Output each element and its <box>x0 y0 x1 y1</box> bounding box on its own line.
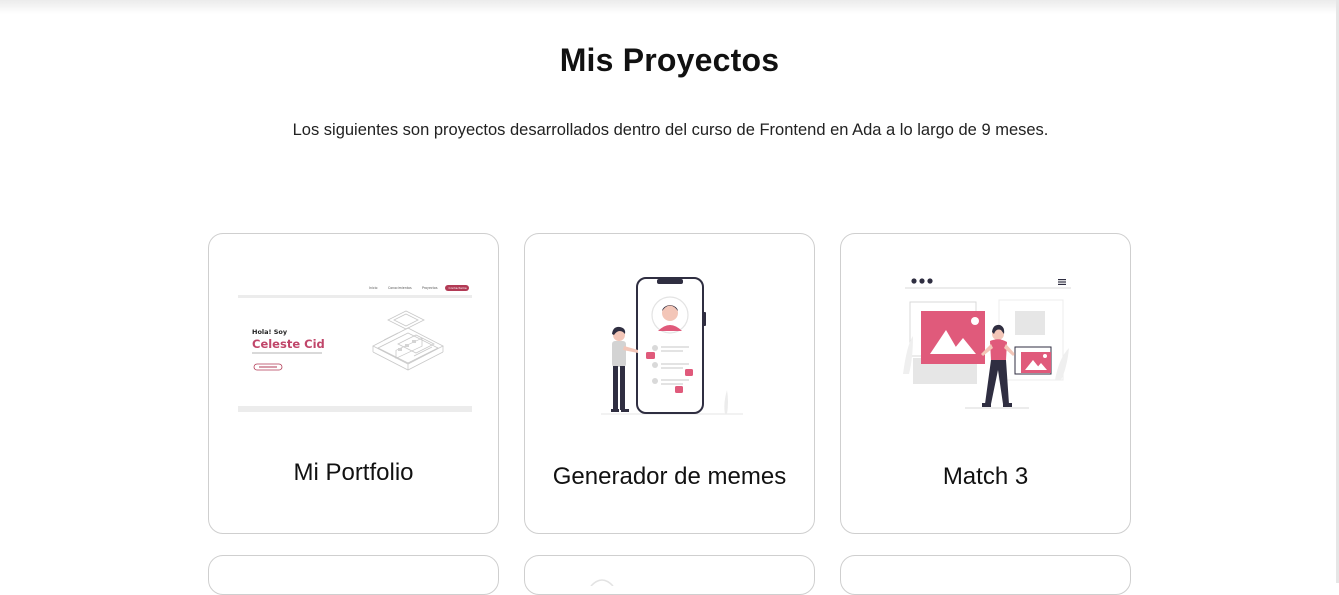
phone-chat-illustration <box>601 277 743 415</box>
header-shadow <box>0 0 1339 14</box>
page-title: Mis Proyectos <box>559 42 780 78</box>
project-title: Generador de memes <box>552 463 787 490</box>
thumb-nav-item: Proyectos <box>422 286 438 290</box>
project-card-row2-1[interactable] <box>208 555 499 595</box>
project-title: Mi Portfolio <box>293 459 414 486</box>
thumb-nav-item: Conocimientos <box>388 286 412 290</box>
project-card-row2-3[interactable] <box>840 555 1131 595</box>
card-illustration-partial <box>590 579 614 586</box>
project-title: Match 3 <box>942 463 1029 490</box>
thumb-nav-item: Inicio <box>369 286 377 290</box>
project-card-row2-2[interactable] <box>524 555 815 595</box>
thumb-name: Celeste Cid <box>252 337 325 351</box>
page-subtitle: Los siguientes son proyectos desarrollad… <box>292 121 1049 139</box>
thumb-nav-cta: Contactame <box>449 286 467 290</box>
portfolio-thumbnail-image: Inicio Conocimientos Proyectos Contactam… <box>238 285 472 412</box>
project-card-match3[interactable]: Match 3 <box>840 233 1131 534</box>
image-gallery-illustration <box>903 278 1071 409</box>
project-card-memes[interactable]: Generador de memes <box>524 233 815 534</box>
project-card-portfolio[interactable]: Inicio Conocimientos Proyectos Contactam… <box>208 233 499 534</box>
thumb-greeting: Hola! Soy <box>252 328 288 336</box>
